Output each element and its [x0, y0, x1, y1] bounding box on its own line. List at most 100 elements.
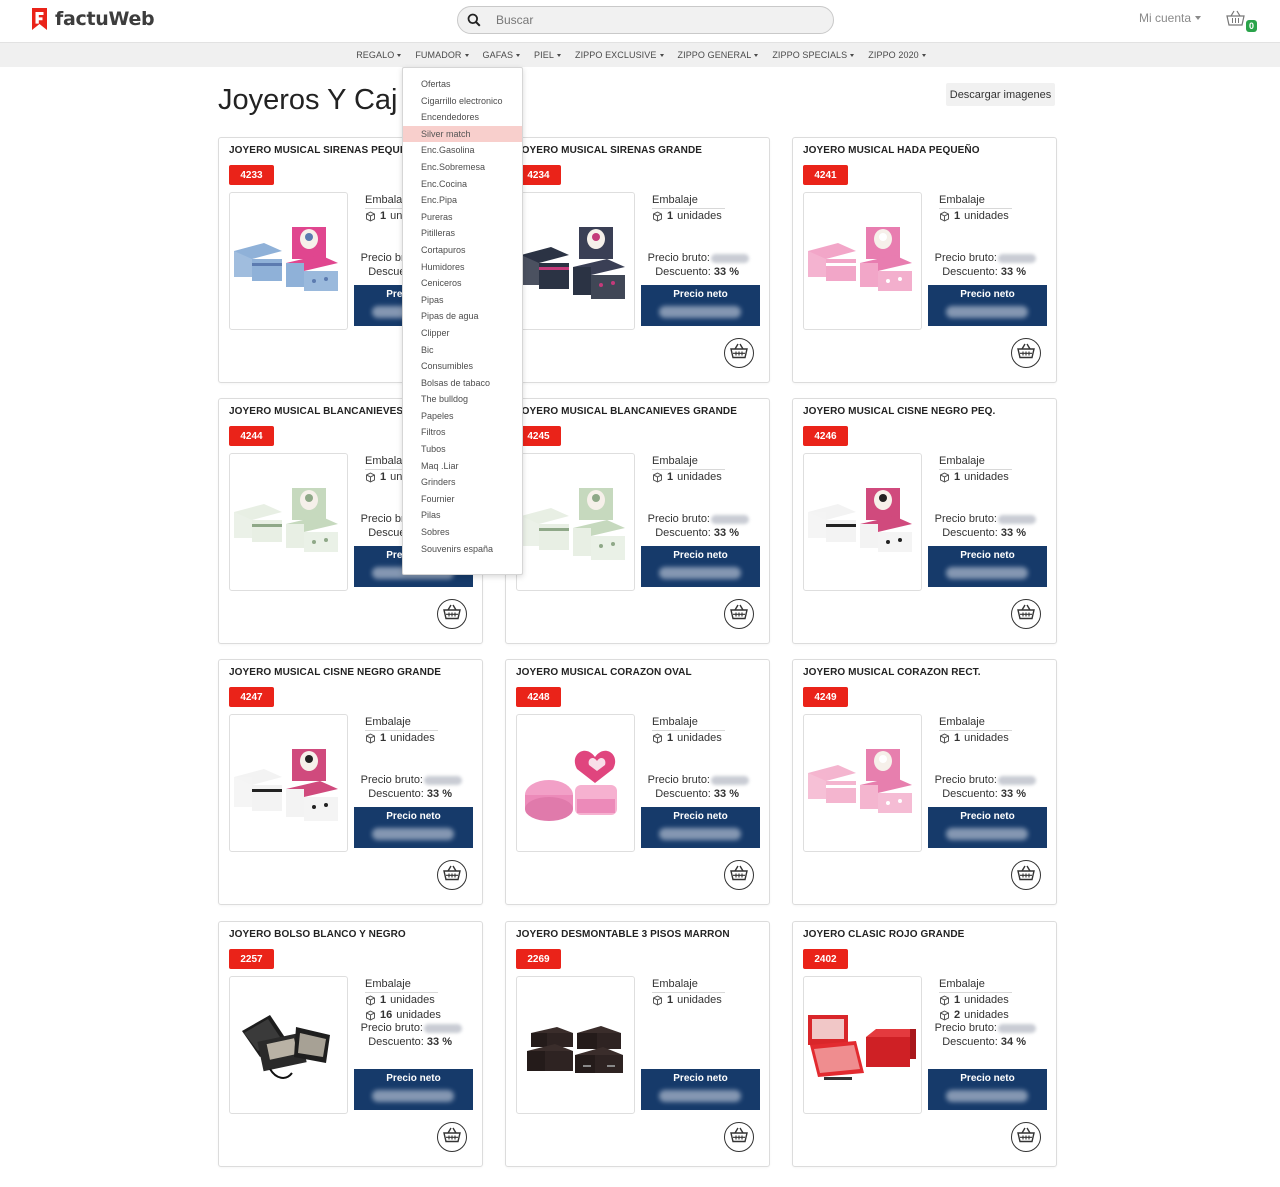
product-card[interactable]: JOYERO MUSICAL BLANCANIEVES GRANDE 4245 Em…: [505, 398, 770, 644]
add-to-cart-button[interactable]: [1011, 860, 1041, 890]
download-images-button[interactable]: Descargar imagenes: [946, 83, 1055, 106]
dropdown-item[interactable]: Pureras: [403, 209, 522, 226]
product-image[interactable]: [229, 453, 348, 591]
dropdown-item[interactable]: Cortapuros: [403, 242, 522, 259]
dropdown-item[interactable]: Ceniceros: [403, 275, 522, 292]
sku-badge: 4248: [516, 687, 561, 707]
dropdown-item[interactable]: Pipas: [403, 292, 522, 309]
units-count: 1: [954, 732, 961, 744]
product-name[interactable]: JOYERO MUSICAL CISNE NEGRO PEQ.: [803, 406, 995, 417]
add-to-cart-button[interactable]: [724, 338, 754, 368]
product-name[interactable]: JOYERO MUSICAL SIRENAS GRANDE: [516, 145, 702, 156]
dropdown-item[interactable]: Souvenirs españa: [403, 541, 522, 558]
logo[interactable]: factuWeb: [31, 7, 155, 31]
dropdown-item[interactable]: Enc.Gasolina: [403, 142, 522, 159]
dropdown-item[interactable]: Pitilleras: [403, 225, 522, 242]
product-image[interactable]: [516, 192, 635, 330]
product-image[interactable]: [229, 976, 348, 1114]
dropdown-item[interactable]: Filtros: [403, 424, 522, 441]
product-card[interactable]: JOYERO MUSICAL CORAZON OVAL 4248 Embalaje 1…: [505, 659, 770, 905]
add-to-cart-button[interactable]: [724, 860, 754, 890]
product-card[interactable]: JOYERO DESMONTABLE 3 PISOS MARRON 2269 Emb…: [505, 921, 770, 1167]
product-image[interactable]: [229, 192, 348, 330]
dropdown-item[interactable]: Silver match: [403, 125, 522, 143]
basket-icon: [730, 1127, 748, 1148]
product-name[interactable]: JOYERO MUSICAL BLANCANIEVES GRANDE: [516, 406, 737, 417]
add-to-cart-button[interactable]: [437, 860, 467, 890]
dropdown-item[interactable]: Encendedores: [403, 109, 522, 126]
dropdown-item[interactable]: Bolsas de tabaco: [403, 375, 522, 392]
add-to-cart-button[interactable]: [724, 599, 754, 629]
category-item-regalo[interactable]: REGALO: [349, 50, 408, 60]
cart-button[interactable]: 0: [1226, 10, 1258, 32]
dropdown-item[interactable]: Maq .Liar: [403, 458, 522, 475]
dropdown-item[interactable]: Pilas: [403, 507, 522, 524]
dropdown-item[interactable]: Enc.Cocina: [403, 176, 522, 193]
dropdown-item[interactable]: Ofertas: [403, 76, 522, 93]
product-image[interactable]: [516, 453, 635, 591]
pack-units-row: 1 unidades: [652, 994, 722, 1006]
add-to-cart-button[interactable]: [1011, 599, 1041, 629]
product-name[interactable]: JOYERO BOLSO BLANCO Y NEGRO: [229, 929, 406, 940]
product-image[interactable]: [803, 714, 922, 852]
gross-price-label: Precio bruto:: [360, 1022, 423, 1034]
basket-icon: [1017, 865, 1035, 886]
dropdown-item[interactable]: Enc.Pipa: [403, 192, 522, 209]
product-image[interactable]: [803, 192, 922, 330]
product-image[interactable]: [803, 976, 922, 1114]
dropdown-item[interactable]: Fournier: [403, 491, 522, 508]
dropdown-item[interactable]: Consumibles: [403, 358, 522, 375]
product-image[interactable]: [516, 976, 635, 1114]
product-name[interactable]: JOYERO MUSICAL CORAZON RECT.: [803, 667, 981, 678]
product-card[interactable]: JOYERO MUSICAL CISNE NEGRO PEQ. 4246 Embal…: [792, 398, 1057, 644]
category-item-zippo-2020[interactable]: ZIPPO 2020: [861, 50, 933, 60]
dropdown-item[interactable]: Papeles: [403, 408, 522, 425]
units-count: 1: [667, 210, 674, 222]
category-item-zippo-exclusive[interactable]: ZIPPO EXCLUSIVE: [568, 50, 671, 60]
product-name[interactable]: JOYERO MUSICAL CORAZON OVAL: [516, 667, 692, 678]
product-name[interactable]: JOYERO MUSICAL CISNE NEGRO GRANDE: [229, 667, 441, 678]
product-card[interactable]: JOYERO BOLSO BLANCO Y NEGRO 2257 Embalaje 1…: [218, 921, 483, 1167]
product-image[interactable]: [229, 714, 348, 852]
category-item-fumador[interactable]: FUMADOR: [408, 50, 475, 60]
dropdown-item[interactable]: The bulldog: [403, 391, 522, 408]
box-icon: [365, 471, 376, 483]
add-to-cart-button[interactable]: [437, 599, 467, 629]
dropdown-item[interactable]: Humidores: [403, 259, 522, 276]
product-image[interactable]: [803, 453, 922, 591]
dropdown-item[interactable]: Grinders: [403, 474, 522, 491]
search-input[interactable]: [490, 13, 810, 27]
product-name[interactable]: JOYERO DESMONTABLE 3 PISOS MARRON: [516, 929, 730, 940]
net-price-label: Precio neto: [960, 1073, 1015, 1084]
product-card[interactable]: JOYERO MUSICAL HADA PEQUEÑO 4241 Embalaje 1…: [792, 137, 1057, 383]
add-to-cart-button[interactable]: [724, 1122, 754, 1152]
dropdown-item[interactable]: Tubos: [403, 441, 522, 458]
dropdown-item[interactable]: Pipas de agua: [403, 308, 522, 325]
category-item-zippo-specials[interactable]: ZIPPO SPECIALS: [765, 50, 861, 60]
dropdown-item[interactable]: Enc.Sobremesa: [403, 159, 522, 176]
account-menu[interactable]: Mi cuenta: [1139, 11, 1202, 25]
sku-badge: 4249: [803, 687, 848, 707]
product-name[interactable]: JOYERO MUSICAL HADA PEQUEÑO: [803, 145, 980, 156]
blurred-net-price: [659, 306, 741, 318]
category-item-zippo-general[interactable]: ZIPPO GENERAL: [671, 50, 766, 60]
product-card[interactable]: JOYERO CLASIC ROJO GRANDE 2402 Embalaje 1 u…: [792, 921, 1057, 1167]
product-name[interactable]: JOYERO CLASIC ROJO GRANDE: [803, 929, 964, 940]
product-image[interactable]: [516, 714, 635, 852]
dropdown-item[interactable]: Clipper: [403, 325, 522, 342]
product-card[interactable]: JOYERO MUSICAL CORAZON RECT. 4249 Embalaje…: [792, 659, 1057, 905]
product-card[interactable]: JOYERO MUSICAL CISNE NEGRO GRANDE 4247 Emb…: [218, 659, 483, 905]
add-to-cart-button[interactable]: [1011, 1122, 1041, 1152]
add-to-cart-button[interactable]: [437, 1122, 467, 1152]
category-item-piel[interactable]: PIEL: [527, 50, 568, 60]
product-name[interactable]: JOYERO MUSICAL SIRENAS PEQUEÑO: [229, 145, 422, 156]
category-item-gafas[interactable]: GAFAS: [476, 50, 528, 60]
dropdown-item[interactable]: Bic: [403, 342, 522, 359]
dropdown-item[interactable]: Cigarrillo electronico: [403, 93, 522, 110]
dropdown-item[interactable]: Sobres: [403, 524, 522, 541]
add-to-cart-button[interactable]: [1011, 338, 1041, 368]
blurred-price: [998, 1023, 1036, 1033]
packaging-label: Embalaje: [939, 194, 1012, 209]
search-icon[interactable]: [458, 7, 490, 33]
product-card[interactable]: JOYERO MUSICAL SIRENAS GRANDE 4234 Embalaj…: [505, 137, 770, 383]
